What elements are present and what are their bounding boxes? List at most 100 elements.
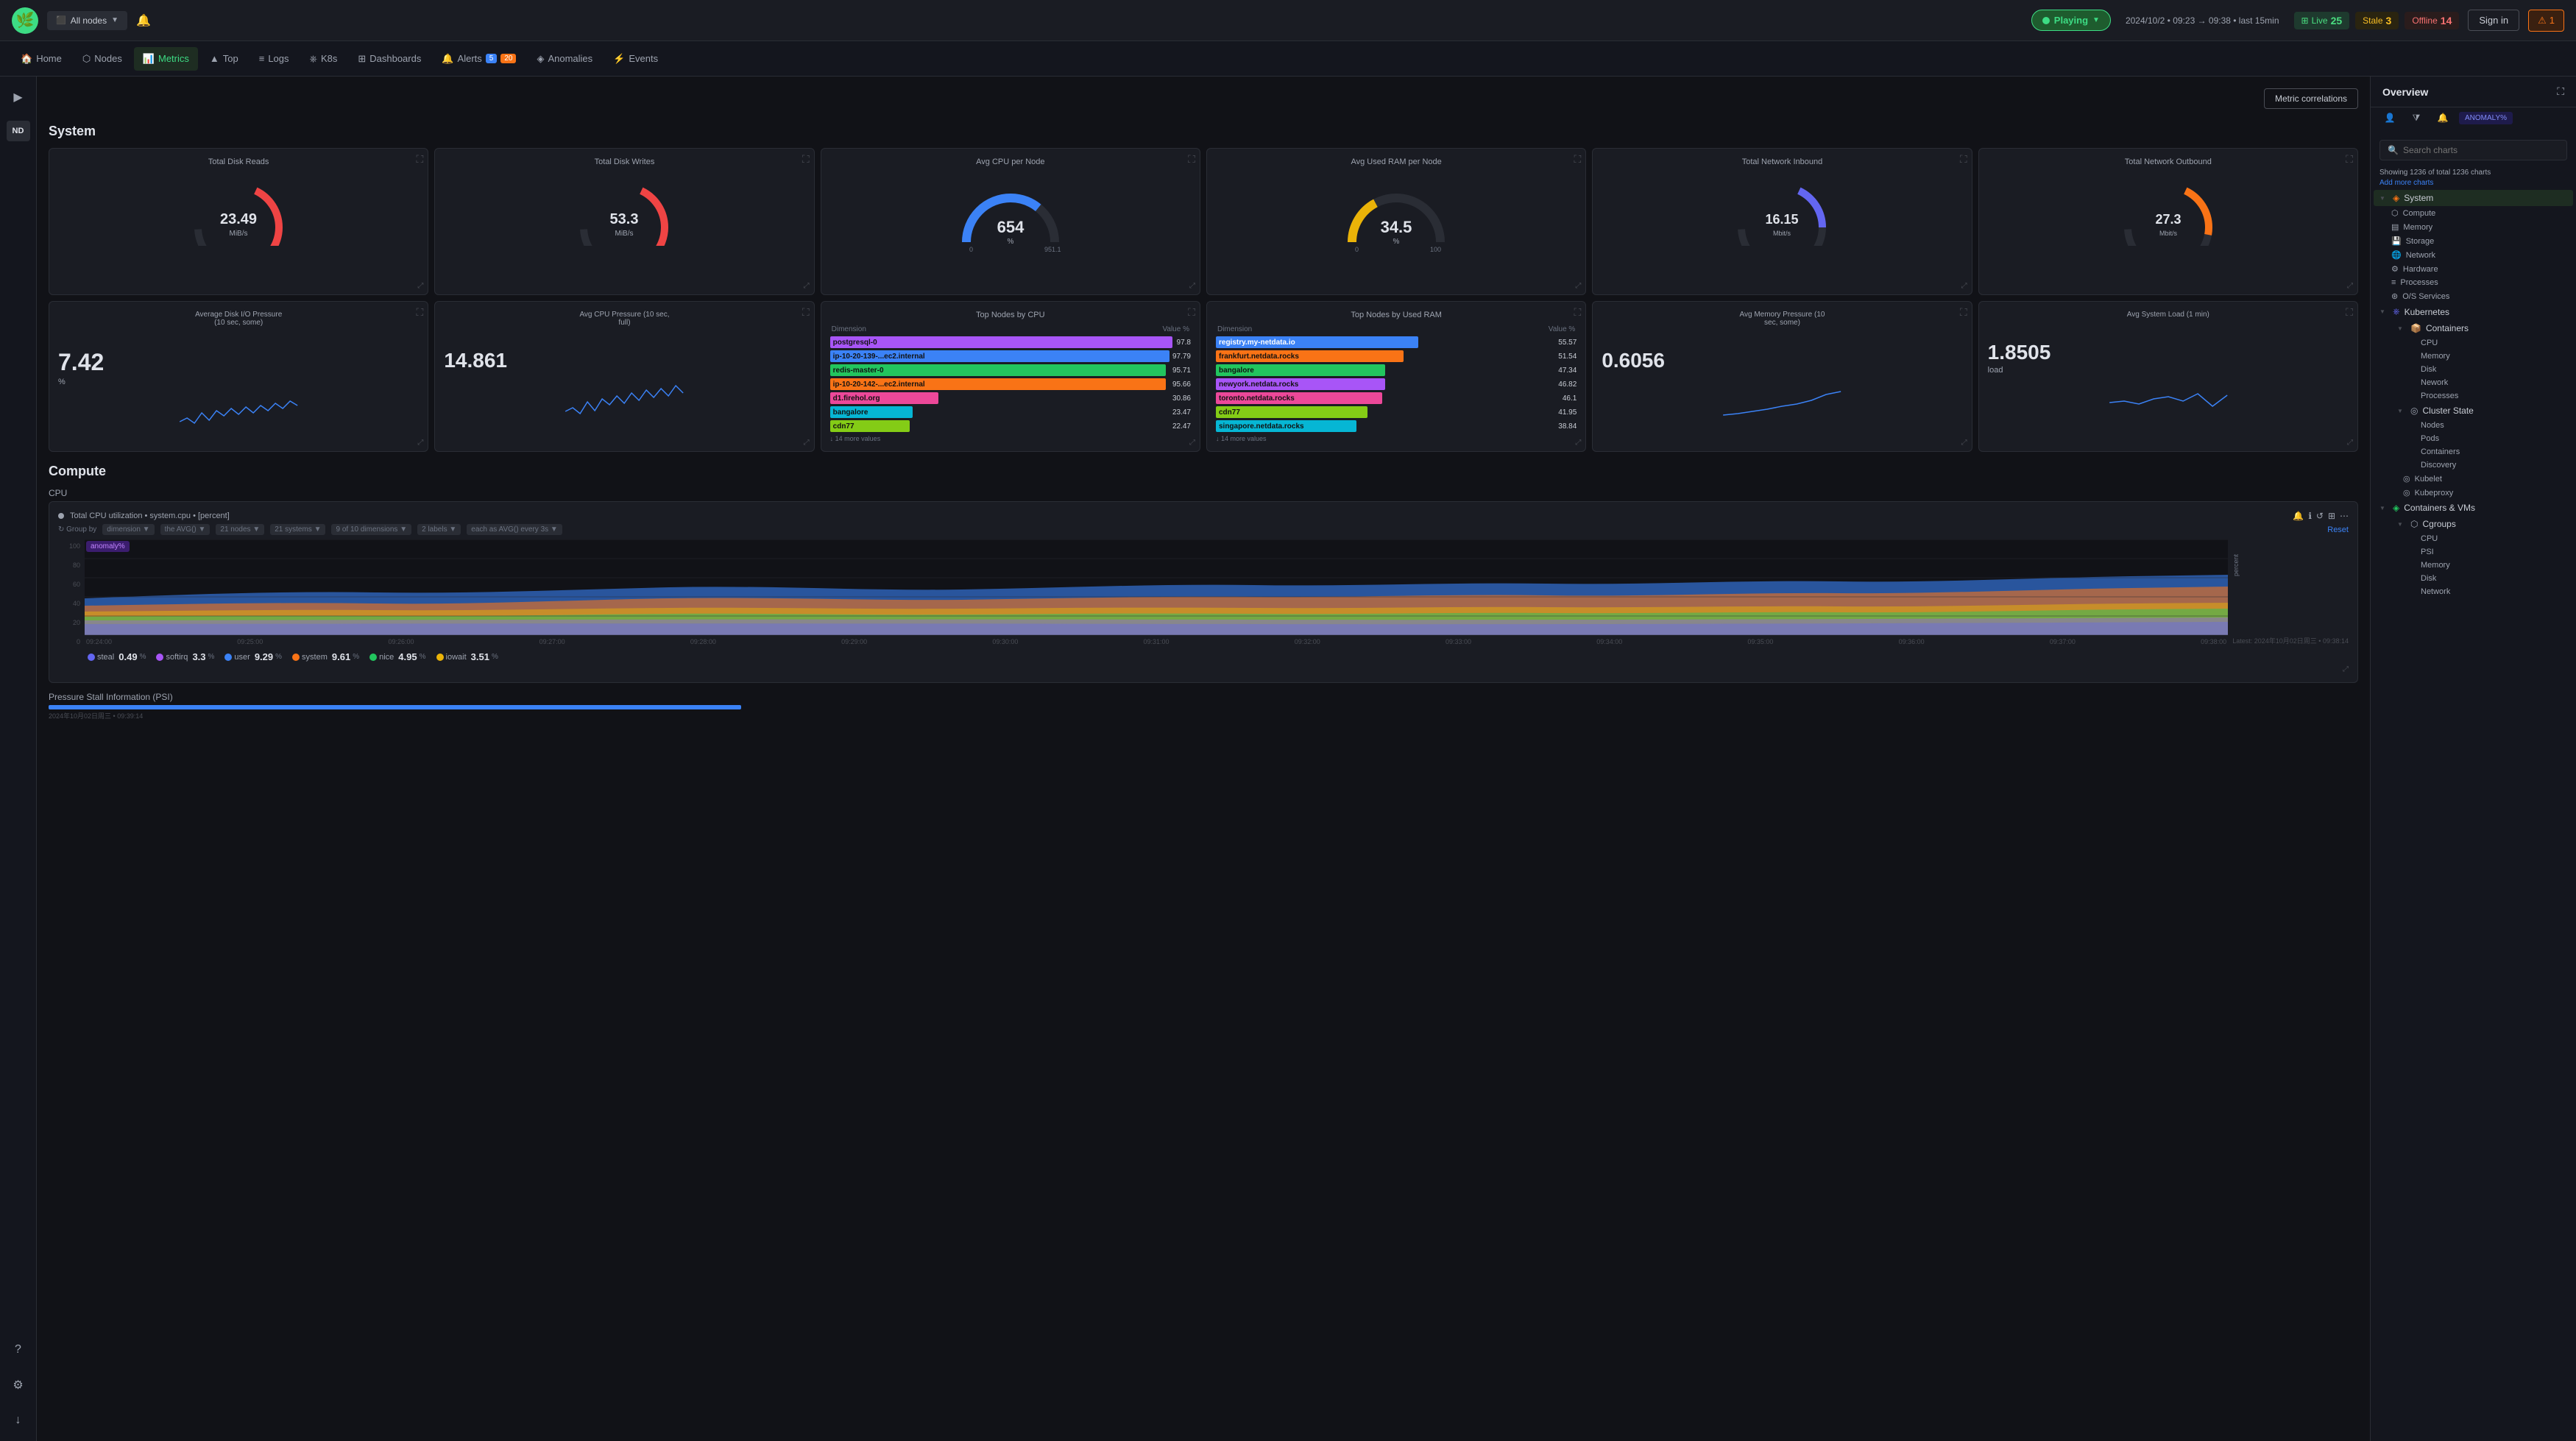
systems-tag[interactable]: 21 systems ▼ xyxy=(270,524,325,535)
metric-mem-pressure-expand[interactable]: ⛶ xyxy=(1960,306,1967,319)
reset-button[interactable]: Reset xyxy=(2327,525,2349,534)
tree-k8s-memory[interactable]: Memory xyxy=(2415,350,2573,363)
tree-storage[interactable]: 💾 Storage xyxy=(2385,234,2573,248)
tree-cgroups-cpu[interactable]: CPU xyxy=(2415,532,2573,545)
table-nodes-ram-expand[interactable]: ⛶ xyxy=(1574,306,1582,319)
signin-button[interactable]: Sign in xyxy=(2468,10,2519,31)
tree-processes[interactable]: ≡ Processes xyxy=(2385,276,2573,289)
table-nodes-cpu-corner[interactable]: ⤢ xyxy=(1189,439,1195,447)
metric-sys-load-expand[interactable]: ⛶ xyxy=(2346,306,2353,319)
gauge-disk-writes-corner[interactable]: ⤢ xyxy=(804,282,810,290)
gauge-disk-reads-expand[interactable]: ⛶ xyxy=(417,153,424,166)
gauge-net-out-expand[interactable]: ⛶ xyxy=(2346,153,2353,166)
table-nodes-cpu-expand[interactable]: ⛶ xyxy=(1188,306,1195,319)
gauge-net-out-corner[interactable]: ⤢ xyxy=(2347,282,2353,290)
alert-button[interactable]: ⚠ 1 xyxy=(2528,10,2564,32)
nav-logs[interactable]: ≡ Logs xyxy=(250,47,298,70)
tree-containers-sub[interactable]: Containers xyxy=(2415,445,2573,458)
tree-cluster-state[interactable]: ◎ Cluster State xyxy=(2385,403,2573,419)
gauge-ram-node-expand[interactable]: ⛶ xyxy=(1574,153,1582,166)
metric-mem-pressure-corner[interactable]: ⤢ xyxy=(1961,439,1967,447)
table-nodes-ram-corner[interactable]: ⤢ xyxy=(1575,439,1581,447)
nav-top[interactable]: ▲ Top xyxy=(201,47,247,70)
anomaly-filter[interactable]: ANOMALY% xyxy=(2459,112,2513,124)
stale-badge[interactable]: Stale 3 xyxy=(2355,12,2399,29)
storage-icon: 💾 xyxy=(2391,236,2402,246)
metric-cpu-pressure-expand[interactable]: ⛶ xyxy=(802,306,810,319)
nav-alerts[interactable]: 🔔 Alerts 5 20 xyxy=(433,47,525,71)
gauge-net-in-corner[interactable]: ⤢ xyxy=(1961,282,1967,290)
sidebar-terminal-icon[interactable]: ↓ xyxy=(7,1409,30,1432)
live-badge[interactable]: ⊞ Live 25 xyxy=(2294,12,2350,29)
nav-events[interactable]: ⚡ Events xyxy=(604,47,667,71)
tree-k8s-nework[interactable]: Nework xyxy=(2415,376,2573,389)
chart-info-icon[interactable]: ℹ xyxy=(2308,511,2312,521)
tree-kubelet[interactable]: ◎ Kubelet xyxy=(2385,472,2573,486)
tree-memory[interactable]: ▤ Memory xyxy=(2385,220,2573,234)
tree-nodes[interactable]: Nodes xyxy=(2415,419,2573,432)
gauge-ram-node-corner[interactable]: ⤢ xyxy=(1575,282,1581,290)
tree-k8s-disk[interactable]: Disk xyxy=(2415,363,2573,376)
filter-tab-bell[interactable]: 🔔 xyxy=(2432,107,2453,128)
sidebar-expand-icon[interactable]: ▶ xyxy=(7,85,30,109)
interval-tag[interactable]: each as AVG() every 3s ▼ xyxy=(467,524,562,535)
labels-tag[interactable]: 2 labels ▼ xyxy=(417,524,461,535)
metric-cpu-pressure-corner[interactable]: ⤢ xyxy=(804,439,810,447)
metric-correlations-button[interactable]: Metric correlations xyxy=(2264,88,2358,109)
node-selector[interactable]: ⬛ All nodes ▼ xyxy=(47,11,127,30)
tree-item-system[interactable]: ◈ System xyxy=(2374,190,2573,206)
table-nodes-ram-more[interactable]: ↓ 14 more values xyxy=(1216,435,1577,442)
gauge-net-in-expand[interactable]: ⛶ xyxy=(1960,153,1967,166)
nav-metrics[interactable]: 📊 Metrics xyxy=(134,47,198,71)
tree-item-kubernetes[interactable]: ⎈ Kubernetes xyxy=(2374,303,2573,320)
metric-disk-io-corner[interactable]: ⤢ xyxy=(417,439,423,447)
tree-cgroups-psi[interactable]: PSI xyxy=(2415,545,2573,559)
tree-os-services[interactable]: ⊛ O/S Services xyxy=(2385,289,2573,303)
tree-k8s-processes[interactable]: Processes xyxy=(2415,389,2573,403)
chart-reset-icon[interactable]: ↺ xyxy=(2316,511,2324,521)
tree-containers[interactable]: 📦 Containers xyxy=(2385,320,2573,336)
sidebar-settings-icon[interactable]: ⚙ xyxy=(7,1373,30,1397)
nav-home[interactable]: 🏠 Home xyxy=(12,47,71,71)
tree-cgroups-disk[interactable]: Disk xyxy=(2415,572,2573,585)
gauge-cpu-node-expand[interactable]: ⛶ xyxy=(1188,153,1195,166)
panel-collapse-icon[interactable]: ⛶ xyxy=(2557,85,2564,98)
chart-grid-icon[interactable]: ⊞ xyxy=(2328,511,2335,521)
dimension-tag[interactable]: dimension ▼ xyxy=(102,524,154,535)
search-input[interactable] xyxy=(2403,145,2559,155)
tree-hardware[interactable]: ⚙ Hardware xyxy=(2385,262,2573,276)
tree-item-containers-vms[interactable]: ◈ Containers & VMs xyxy=(2374,500,2573,516)
tree-k8s-cpu[interactable]: CPU xyxy=(2415,336,2573,350)
notification-icon[interactable]: 🔔 xyxy=(136,13,151,28)
tree-cgroups[interactable]: ⬡ Cgroups xyxy=(2385,516,2573,532)
nav-anomalies[interactable]: ◈ Anomalies xyxy=(528,47,601,71)
chart-bell-icon[interactable]: 🔔 xyxy=(2293,511,2304,521)
tree-pods[interactable]: Pods xyxy=(2415,432,2573,445)
nav-k8s[interactable]: ⎈ K8s xyxy=(301,47,347,71)
sidebar-help-icon[interactable]: ? xyxy=(7,1338,30,1362)
metric-sys-load-corner[interactable]: ⤢ xyxy=(2347,439,2353,447)
tree-cgroups-memory[interactable]: Memory xyxy=(2415,559,2573,572)
gauge-disk-writes-expand[interactable]: ⛶ xyxy=(802,153,810,166)
add-charts-link[interactable]: Add more charts xyxy=(2379,179,2433,187)
filter-tab-user[interactable]: 👤 xyxy=(2379,107,2400,128)
tree-kubeproxy[interactable]: ◎ Kubeproxy xyxy=(2385,486,2573,500)
table-nodes-cpu-more[interactable]: ↓ 14 more values xyxy=(830,435,1191,442)
chart-expand-corner[interactable]: ⤢ xyxy=(2343,665,2349,673)
metric-disk-io-expand[interactable]: ⛶ xyxy=(417,306,424,319)
playing-button[interactable]: Playing ▼ xyxy=(2031,10,2111,31)
tree-cgroups-network[interactable]: Network xyxy=(2415,585,2573,598)
offline-badge[interactable]: Offline 14 xyxy=(2405,12,2459,29)
nav-dashboards[interactable]: ⊞ Dashboards xyxy=(349,47,430,71)
tree-compute[interactable]: ⬡ Compute xyxy=(2385,206,2573,220)
tree-network[interactable]: 🌐 Network xyxy=(2385,248,2573,262)
nodes-tag[interactable]: 21 nodes ▼ xyxy=(216,524,264,535)
gauge-disk-reads-corner[interactable]: ⤢ xyxy=(417,282,423,290)
tree-discovery[interactable]: Discovery xyxy=(2415,458,2573,472)
chart-more-icon[interactable]: ⋯ xyxy=(2340,511,2349,521)
nav-nodes[interactable]: ⬡ Nodes xyxy=(74,47,131,71)
gauge-cpu-node-corner[interactable]: ⤢ xyxy=(1189,282,1195,290)
filter-tab-funnel[interactable]: ⧩ xyxy=(2406,107,2427,128)
dimensions-tag[interactable]: 9 of 10 dimensions ▼ xyxy=(331,524,411,535)
avg-tag[interactable]: the AVG() ▼ xyxy=(160,524,210,535)
